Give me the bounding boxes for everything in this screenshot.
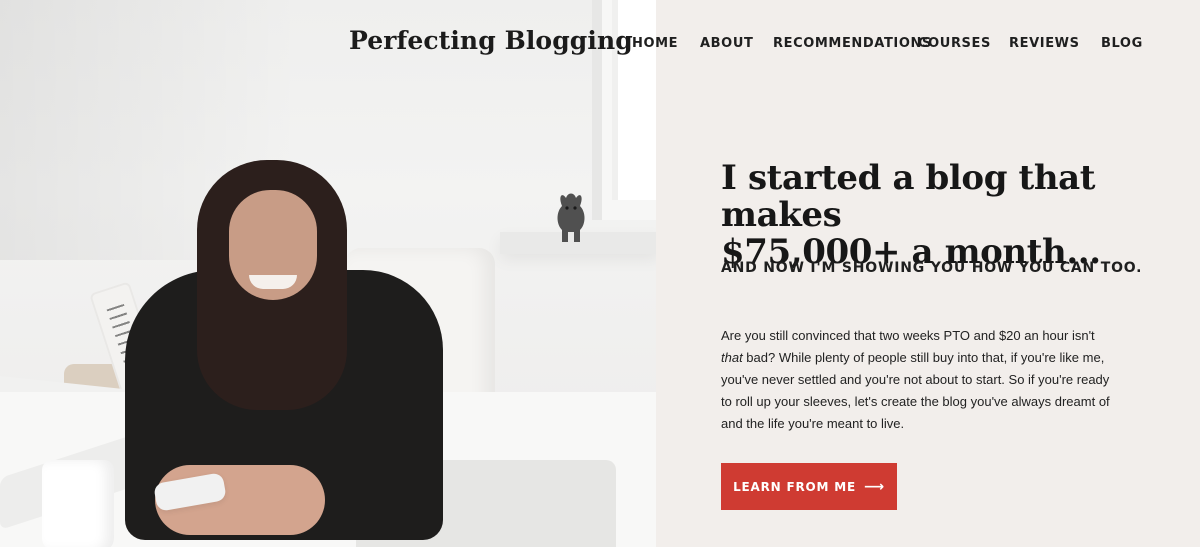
nav-about[interactable]: ABOUT — [700, 36, 753, 51]
hero-title: I started a blog that makes $75,000+ a m… — [721, 160, 1181, 271]
coffee-cup — [42, 460, 114, 547]
pig-figurine-icon — [557, 193, 585, 242]
learn-from-me-label: LEARN FROM ME — [733, 479, 856, 494]
hero-subheadline: AND NOW I'M SHOWING YOU HOW YOU CAN TOO. — [721, 260, 1143, 276]
hero-copy: Are you still convinced that two weeks P… — [721, 325, 1116, 435]
person — [125, 160, 455, 547]
smile — [249, 275, 297, 289]
site-title[interactable]: Perfecting Blogging — [349, 26, 633, 55]
hero-copy-emphasis: that — [721, 350, 743, 365]
nav-home[interactable]: HOME — [632, 36, 678, 51]
hero-title-line-1: I started a blog that makes — [721, 158, 1096, 235]
nav-courses[interactable]: COURSES — [918, 36, 991, 51]
hero-photo — [0, 0, 656, 547]
nav-blog[interactable]: BLOG — [1101, 36, 1143, 51]
hero-copy-text-2: bad? While plenty of people still buy in… — [721, 350, 1110, 431]
learn-from-me-button[interactable]: LEARN FROM ME ⟶ — [721, 463, 897, 510]
nav-reviews[interactable]: REVIEWS — [1009, 36, 1080, 51]
nav-recommendations[interactable]: RECOMMENDATIONS — [773, 36, 932, 51]
hero-copy-text-1: Are you still convinced that two weeks P… — [721, 328, 1095, 343]
arrow-right-icon: ⟶ — [864, 478, 885, 495]
